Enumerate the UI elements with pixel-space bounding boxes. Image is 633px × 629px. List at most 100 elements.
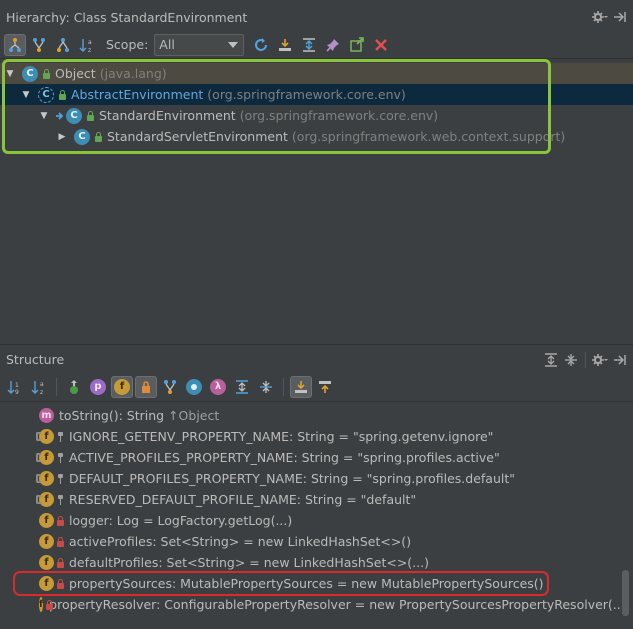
show-non-public-icon[interactable] xyxy=(135,375,157,398)
list-item[interactable]: f IGNORE_GETENV_PROPERTY_NAME: String = … xyxy=(0,426,620,447)
hierarchy-title: Hierarchy: Class StandardEnvironment xyxy=(6,9,248,25)
svg-text:z: z xyxy=(40,389,43,395)
private-lock-icon xyxy=(56,557,65,568)
field-icon: f xyxy=(39,534,54,549)
class-icon: C xyxy=(66,107,82,124)
collapse-all-icon[interactable] xyxy=(255,376,277,398)
list-item[interactable]: f activeProfiles: Set<String> = new Link… xyxy=(0,531,620,552)
autoscroll-to-source-icon[interactable] xyxy=(274,34,296,56)
sort-alphabetically-icon[interactable]: az xyxy=(28,376,50,398)
static-final-pin-icon xyxy=(56,494,65,505)
sort-by-visibility-icon[interactable]: 19 xyxy=(4,376,26,398)
settings-gear-icon[interactable] xyxy=(591,351,609,369)
tree-row-standard-servlet-environment[interactable]: ▶ C StandardServletEnvironment (org.spri… xyxy=(0,126,633,147)
member-text: DEFAULT_PROFILES_PROPERTY_NAME: String =… xyxy=(69,471,516,486)
public-lock-icon xyxy=(86,110,95,121)
list-item[interactable]: f ACTIVE_PROFILES_PROPERTY_NAME: String … xyxy=(0,447,620,468)
structure-toolbar: 19 az p f λ xyxy=(0,372,633,402)
show-inherited-icon[interactable] xyxy=(63,376,85,398)
structure-title: Structure xyxy=(6,352,65,367)
svg-text:a: a xyxy=(40,381,44,388)
package-name: (org.springframework.core.env) xyxy=(207,87,406,102)
list-item[interactable]: f defaultProfiles: Set<String> = new Lin… xyxy=(0,552,620,573)
bottom-strip xyxy=(0,616,633,629)
member-text: activeProfiles: Set<String> = new Linked… xyxy=(69,534,412,549)
private-lock-icon xyxy=(56,578,65,589)
list-item[interactable]: f logger: Log = LogFactory.getLog(...) xyxy=(0,510,620,531)
list-item[interactable]: f RESERVED_DEFAULT_PROFILE_NAME: String … xyxy=(0,489,620,510)
show-fields-icon[interactable]: f xyxy=(111,375,133,398)
static-final-pin-icon xyxy=(56,452,65,463)
svg-text:9: 9 xyxy=(15,389,19,395)
autoscroll-from-source-icon[interactable] xyxy=(314,376,336,398)
class-name: StandardEnvironment xyxy=(99,108,236,123)
field-icon: f xyxy=(36,471,54,486)
static-final-pin-icon xyxy=(56,473,65,484)
method-icon: m xyxy=(39,408,54,423)
subtypes-hierarchy-button[interactable] xyxy=(28,34,50,56)
class-name: Object xyxy=(55,66,96,81)
expand-all-icon[interactable] xyxy=(231,376,253,398)
class-name: AbstractEnvironment xyxy=(71,87,204,102)
tree-row-object[interactable]: ▼ C Object (java.lang) xyxy=(0,63,633,84)
vertical-scrollbar[interactable] xyxy=(622,570,629,616)
member-text: RESERVED_DEFAULT_PROFILE_NAME: String = … xyxy=(69,492,417,507)
static-final-pin-icon xyxy=(56,431,65,442)
autoscroll-to-source-icon[interactable] xyxy=(290,375,312,398)
supertypes-hierarchy-button[interactable] xyxy=(4,33,26,56)
expand-all-icon[interactable] xyxy=(542,351,560,369)
member-text: IGNORE_GETENV_PROPERTY_NAME: String = "s… xyxy=(69,429,494,444)
field-icon: f xyxy=(39,597,44,612)
field-icon: f xyxy=(36,492,54,507)
member-text: defaultProfiles: Set<String> = new Linke… xyxy=(69,555,429,570)
expand-arrow-icon[interactable]: ▼ xyxy=(20,89,32,101)
member-text: ACTIVE_PROFILES_PROPERTY_NAME: String = … xyxy=(69,450,500,465)
show-hierarchy-icon[interactable] xyxy=(159,376,181,398)
list-item[interactable]: m toString(): String ↑Object xyxy=(0,405,620,426)
package-name: (org.springframework.web.context.support… xyxy=(291,129,566,144)
scope-label: Scope: xyxy=(106,37,149,52)
tree-row-abstract-environment[interactable]: ▼ C AbstractEnvironment (org.springframe… xyxy=(0,84,633,105)
refresh-icon[interactable] xyxy=(250,34,272,56)
show-properties-icon[interactable]: p xyxy=(87,376,109,398)
field-icon: f xyxy=(39,555,54,570)
package-name: (org.springframework.core.env) xyxy=(239,108,439,123)
list-item[interactable]: f propertySources: MutablePropertySource… xyxy=(0,573,620,594)
class-icon: C xyxy=(74,128,90,145)
field-icon: f xyxy=(36,450,54,465)
public-lock-icon xyxy=(94,131,103,142)
member-text: toString(): String xyxy=(59,408,169,423)
settings-gear-icon[interactable] xyxy=(591,8,609,26)
field-icon: f xyxy=(39,576,54,591)
tree-row-standard-environment[interactable]: ▼ C StandardEnvironment (org.springframe… xyxy=(0,105,633,126)
svg-text:z: z xyxy=(88,47,91,53)
close-icon[interactable] xyxy=(370,34,392,56)
list-item[interactable]: f propertyResolver: ConfigurableProperty… xyxy=(0,594,620,615)
chevron-down-icon xyxy=(228,41,239,48)
list-item[interactable]: f DEFAULT_PROFILES_PROPERTY_NAME: String… xyxy=(0,468,620,489)
class-name: StandardServletEnvironment xyxy=(107,129,288,144)
hierarchy-tree: ▼ C Object (java.lang) ▼ C AbstractEnvir… xyxy=(0,60,633,344)
scope-dropdown[interactable]: All xyxy=(154,33,245,56)
show-anonymous-icon[interactable] xyxy=(183,376,205,398)
export-icon[interactable] xyxy=(346,34,368,56)
abstract-class-icon: C xyxy=(38,86,54,103)
public-lock-icon xyxy=(42,68,51,79)
sort-alphabetically-icon[interactable]: az xyxy=(76,34,98,56)
expand-arrow-icon[interactable]: ▼ xyxy=(38,110,50,122)
hide-panel-icon[interactable] xyxy=(611,351,629,369)
expand-all-icon[interactable] xyxy=(298,34,320,56)
class-hierarchy-button[interactable] xyxy=(52,34,74,56)
show-lambdas-icon[interactable]: λ xyxy=(207,376,229,398)
field-icon: f xyxy=(39,513,54,528)
hierarchy-header: Hierarchy: Class StandardEnvironment xyxy=(0,2,633,32)
structure-list: m toString(): String ↑Object f IGNORE_GE… xyxy=(0,404,633,629)
collapse-all-icon[interactable] xyxy=(562,351,580,369)
svg-text:1: 1 xyxy=(15,382,19,389)
hide-panel-icon[interactable] xyxy=(611,8,629,26)
pin-tab-icon[interactable] xyxy=(322,34,344,56)
private-lock-icon xyxy=(56,515,65,526)
collapsed-arrow-icon[interactable]: ▶ xyxy=(56,131,68,143)
expand-arrow-icon[interactable]: ▼ xyxy=(4,68,16,80)
field-icon: f xyxy=(36,429,54,444)
